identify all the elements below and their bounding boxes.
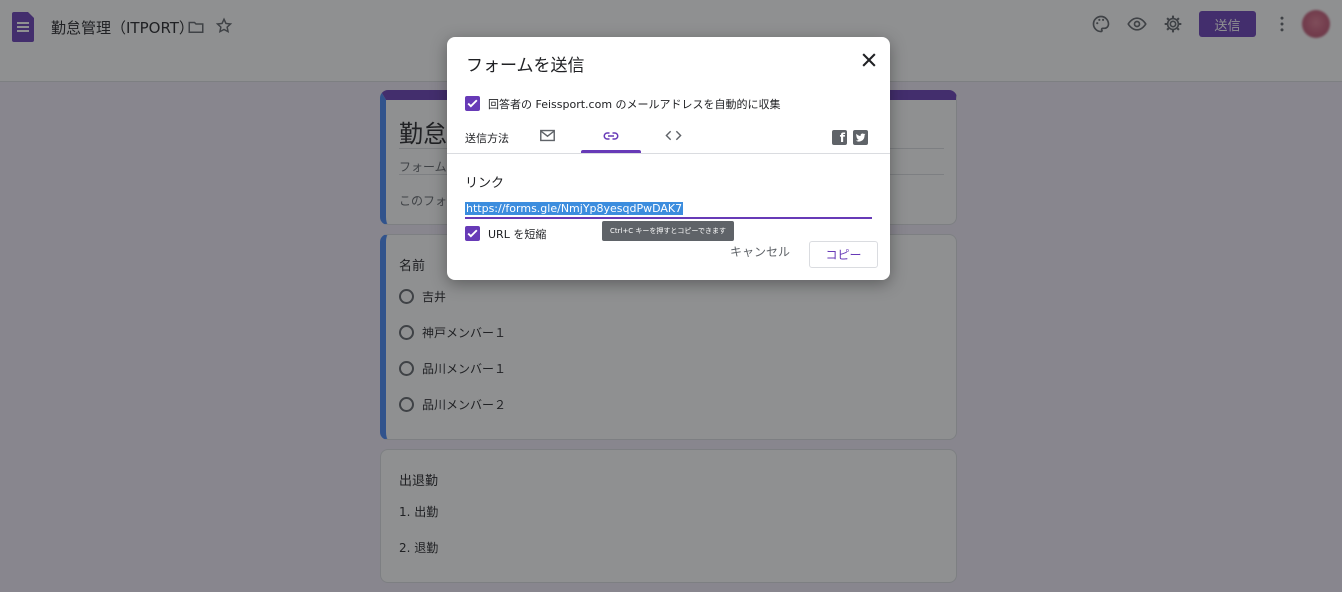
dialog-title: フォームを送信 (466, 56, 585, 76)
close-icon[interactable] (859, 50, 879, 70)
facebook-icon[interactable]: f (832, 130, 847, 145)
shorten-url-label: URL を短縮 (488, 228, 547, 241)
embed-icon[interactable] (664, 127, 682, 144)
shorten-url-checkbox[interactable] (465, 226, 480, 241)
twitter-icon[interactable] (853, 130, 868, 145)
copy-button[interactable]: コピー (809, 241, 878, 268)
mail-icon[interactable] (539, 127, 556, 144)
cancel-button[interactable]: キャンセル (730, 243, 790, 260)
link-heading: リンク (465, 176, 505, 191)
tab-link[interactable] (581, 123, 641, 153)
link-url-field[interactable]: https://forms.gle/NmjYp8yesqdPwDAK7 (465, 201, 872, 219)
collect-email-label: 回答者の Feissport.com のメールアドレスを自動的に収集 (488, 98, 781, 111)
divider (447, 153, 890, 154)
link-url-text[interactable]: https://forms.gle/NmjYp8yesqdPwDAK7 (465, 202, 684, 215)
copy-shortcut-tooltip: Ctrl+C キーを押すとコピーできます (602, 221, 734, 241)
send-form-dialog: フォームを送信 回答者の Feissport.com のメールアドレスを自動的に… (447, 37, 890, 280)
tab-email[interactable] (517, 123, 577, 153)
send-method-label: 送信方法 (465, 132, 509, 145)
link-icon[interactable] (602, 127, 620, 145)
tab-embed[interactable] (643, 123, 703, 153)
collect-email-checkbox[interactable] (465, 96, 480, 111)
